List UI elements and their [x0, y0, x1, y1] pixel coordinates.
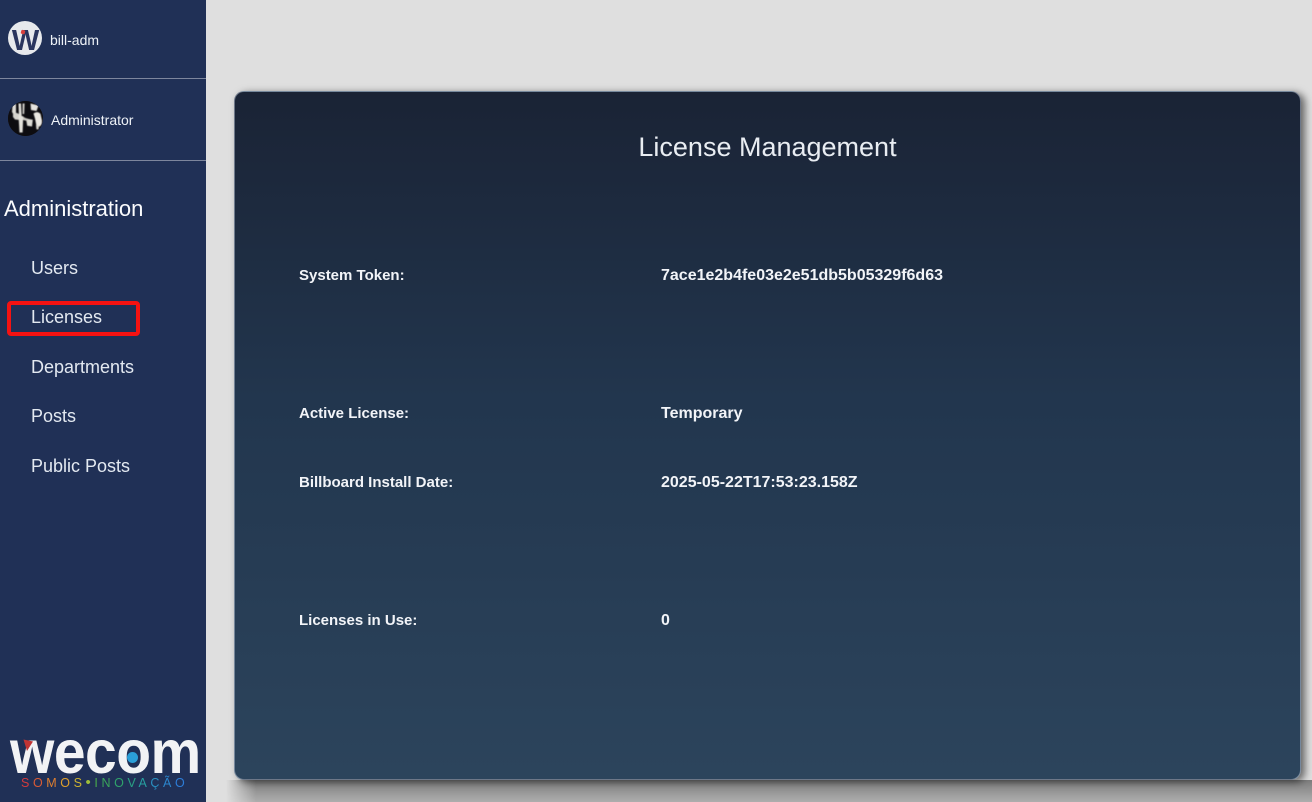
svg-text:wecom: wecom: [9, 718, 201, 776]
